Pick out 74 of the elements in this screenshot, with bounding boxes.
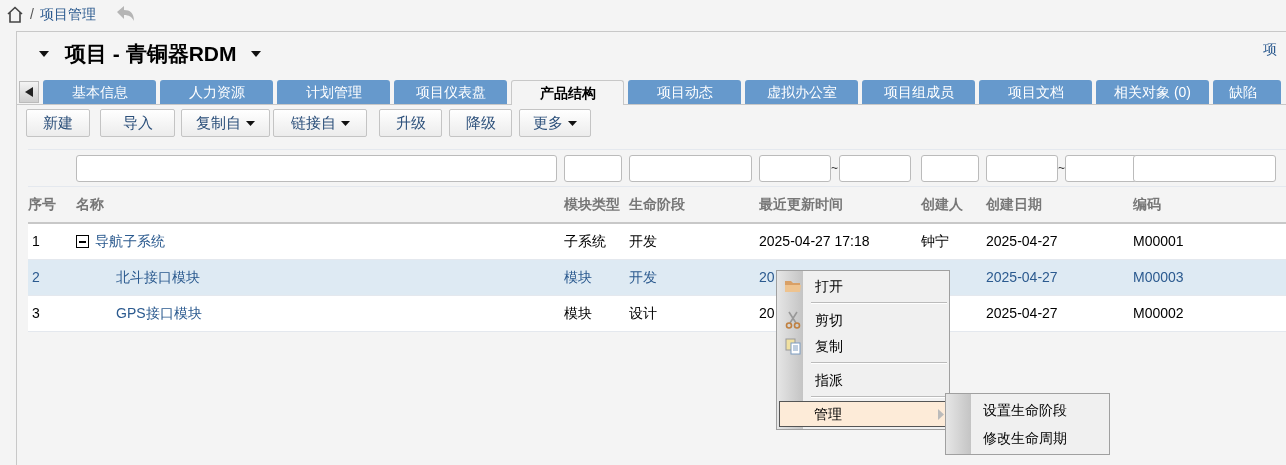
- filter-field[interactable]: [76, 154, 557, 182]
- range-separator: ~: [1058, 160, 1065, 177]
- breadcrumb-link[interactable]: 项目管理: [39, 3, 96, 25]
- column-header[interactable]: 生命阶段: [629, 196, 685, 212]
- tab[interactable]: 产品结构: [511, 80, 624, 105]
- filter-field[interactable]: [839, 154, 911, 182]
- menu-icon-strip: [946, 394, 971, 454]
- filter-field[interactable]: [1065, 154, 1137, 182]
- item-link[interactable]: 导航子系统: [95, 231, 165, 252]
- table-cell-text: 2: [32, 268, 40, 287]
- table-cell-text: 模块: [564, 268, 592, 287]
- menu-item[interactable]: 打开: [777, 273, 949, 299]
- toolbar-button[interactable]: 导入: [100, 109, 175, 137]
- range-separator: ~: [831, 160, 839, 177]
- table-cell-text: 2025-04-27 17:18: [759, 232, 870, 251]
- copy-icon: [785, 337, 801, 355]
- table-cell-text: 模块: [564, 304, 592, 323]
- table-cell-text: 20: [759, 304, 775, 323]
- toolbar-button[interactable]: 降级: [449, 109, 512, 137]
- toolbar-button[interactable]: 更多: [519, 109, 591, 137]
- table-cell-text: 2025-04-27: [986, 304, 1058, 323]
- toolbar-button[interactable]: 复制自: [181, 109, 270, 137]
- column-header[interactable]: 编码: [1133, 196, 1161, 212]
- item-link[interactable]: GPS接口模块: [116, 303, 202, 324]
- toolbar-button[interactable]: 升级: [379, 109, 442, 137]
- left-arrow-icon: [25, 87, 33, 97]
- table-cell-text: M00002: [1133, 304, 1184, 323]
- toolbar-button[interactable]: 新建: [26, 109, 90, 137]
- table-cell-text: 3: [32, 304, 40, 323]
- table-cell-text: 2025-04-27: [986, 232, 1058, 251]
- menu-item[interactable]: 复制: [777, 333, 949, 359]
- column-header[interactable]: 名称: [76, 196, 104, 212]
- table-cell-text: 20: [759, 268, 775, 287]
- filter-field[interactable]: [1133, 154, 1276, 182]
- back-icon[interactable]: [115, 5, 136, 23]
- table-cell-text: 2025-04-27: [986, 268, 1058, 287]
- table-cell-text: 钟宁: [921, 232, 949, 251]
- column-header[interactable]: 创建人: [921, 196, 963, 212]
- folder-icon: [784, 279, 802, 293]
- filter-field[interactable]: [759, 154, 831, 182]
- column-header[interactable]: 序号: [28, 196, 56, 212]
- page-title: 项目 - 青铜器RDM: [65, 41, 237, 68]
- scissors-icon: [785, 311, 801, 329]
- caret-icon[interactable]: [39, 51, 49, 57]
- menu-item[interactable]: 修改生命周期: [946, 424, 1109, 452]
- column-header[interactable]: 最近更新时间: [759, 196, 843, 212]
- menu-item[interactable]: 指派: [777, 362, 949, 393]
- scroll-left-button[interactable]: [19, 81, 39, 103]
- collapse-toggle-icon[interactable]: [76, 235, 89, 248]
- table-cell-text: 开发: [629, 268, 657, 287]
- item-link[interactable]: 北斗接口模块: [116, 267, 200, 288]
- menu-item[interactable]: 设置生命阶段: [946, 396, 1109, 424]
- column-header[interactable]: 模块类型: [564, 196, 620, 212]
- filter-field[interactable]: [629, 154, 752, 182]
- filter-field[interactable]: [921, 154, 979, 182]
- table-cell-text: M00003: [1133, 268, 1184, 287]
- submenu-arrow-icon: [938, 408, 944, 420]
- table-cell-text: M00001: [1133, 232, 1184, 251]
- home-icon[interactable]: [6, 5, 24, 23]
- caret-icon: [246, 120, 255, 126]
- table-cell-text: 设计: [629, 304, 657, 323]
- caret-icon: [568, 120, 577, 126]
- menu-item[interactable]: 剪切: [777, 302, 949, 333]
- filter-field[interactable]: [564, 154, 622, 182]
- table-cell-text: 子系统: [564, 232, 606, 251]
- table-cell-text: 开发: [629, 232, 657, 251]
- toolbar-button[interactable]: 链接自: [273, 109, 367, 137]
- filter-field[interactable]: [986, 154, 1058, 182]
- project-link[interactable]: 项: [1263, 39, 1277, 60]
- table-cell-text: 1: [32, 232, 40, 251]
- column-header[interactable]: 创建日期: [986, 196, 1042, 212]
- caret-icon: [340, 120, 350, 126]
- caret-icon[interactable]: [250, 51, 261, 57]
- breadcrumb-separator: /: [30, 4, 34, 24]
